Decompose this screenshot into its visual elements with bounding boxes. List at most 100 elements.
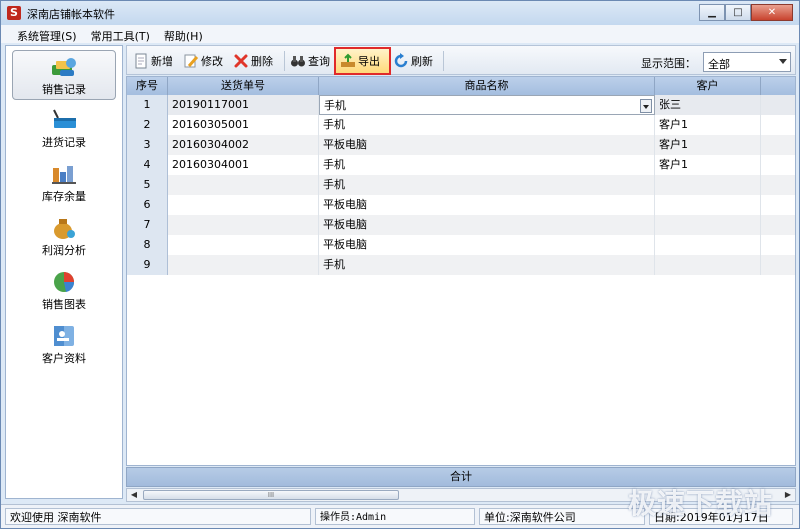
nav-customer[interactable]: 客户资料 [12, 320, 116, 370]
menu-help[interactable]: 帮助(H) [158, 25, 211, 43]
sales-icon [50, 55, 78, 79]
col-header-index[interactable]: 序号 [127, 77, 168, 95]
table-row[interactable]: 3 20160304002 平板电脑 客户1 [127, 135, 795, 155]
cell-product[interactable]: 平板电脑 [319, 235, 655, 255]
table-row[interactable]: 8 平板电脑 [127, 235, 795, 255]
delete-button[interactable]: 删除 [233, 50, 273, 72]
cell-order[interactable]: 20190117001 [168, 95, 319, 115]
col-header-customer[interactable]: 客户 [655, 77, 761, 95]
cell-product-editor[interactable]: 手机 [319, 95, 655, 115]
nav-purchase[interactable]: 进货记录 [12, 104, 116, 154]
nav-purchase-label: 进货记录 [42, 136, 86, 149]
new-document-icon [133, 53, 149, 69]
nav-inventory[interactable]: 库存余量 [12, 158, 116, 208]
binoculars-icon [290, 53, 306, 69]
table-row[interactable]: 7 平板电脑 [127, 215, 795, 235]
cell-product[interactable]: 手机 [319, 155, 655, 175]
cell-product[interactable]: 平板电脑 [319, 215, 655, 235]
cell-order[interactable] [168, 195, 319, 215]
range-select[interactable]: 全部 [703, 52, 791, 72]
cell-customer[interactable] [655, 175, 761, 195]
cell-customer[interactable] [655, 195, 761, 215]
cell-customer[interactable]: 客户1 [655, 115, 761, 135]
menu-tools[interactable]: 常用工具(T) [85, 25, 158, 43]
scroll-left-icon[interactable]: ◀ [127, 489, 141, 501]
grid-header: 序号 送货单号 商品名称 客户 [127, 77, 795, 95]
add-label: 新增 [151, 55, 173, 68]
cell-product[interactable]: 手机 [319, 115, 655, 135]
toolbar: 新增 修改 删除 查询 导出 刷新 显示范围： 全部 [126, 45, 796, 75]
maximize-button[interactable]: □ [725, 4, 751, 21]
cell-order[interactable] [168, 175, 319, 195]
nav-inventory-label: 库存余量 [42, 190, 86, 203]
product-dropdown-button[interactable] [640, 99, 652, 113]
col-header-more [761, 77, 795, 95]
title-bar[interactable]: S 深南店铺帐本软件 ▁ □ ✕ [1, 1, 799, 25]
cell-index: 9 [127, 255, 168, 275]
scroll-right-icon[interactable]: ▶ [781, 489, 795, 501]
edit-button[interactable]: 修改 [183, 50, 223, 72]
cell-order[interactable]: 20160304001 [168, 155, 319, 175]
table-row[interactable]: 2 20160305001 手机 客户1 [127, 115, 795, 135]
table-row[interactable]: 1 20190117001 手机 张三 [127, 95, 795, 115]
cell-order[interactable]: 20160305001 [168, 115, 319, 135]
status-operator: 操作员:Admin [315, 508, 475, 525]
sales-grid: 序号 送货单号 商品名称 客户 1 20190117001 手机 张三 2 20… [126, 76, 796, 466]
nav-chart-label: 销售图表 [42, 298, 86, 311]
export-label: 导出 [358, 55, 380, 68]
cell-customer[interactable] [655, 235, 761, 255]
table-row[interactable]: 6 平板电脑 [127, 195, 795, 215]
cell-order[interactable] [168, 235, 319, 255]
cell-product[interactable]: 平板电脑 [319, 195, 655, 215]
menu-bar: 系统管理(S) 常用工具(T) 帮助(H) [1, 25, 799, 43]
cell-order[interactable] [168, 215, 319, 235]
nav-customer-label: 客户资料 [42, 352, 86, 365]
cell-product[interactable]: 平板电脑 [319, 135, 655, 155]
cell-index: 4 [127, 155, 168, 175]
edit-pencil-icon [183, 53, 199, 69]
cell-index: 1 [127, 95, 168, 115]
table-row[interactable]: 5 手机 [127, 175, 795, 195]
cell-order[interactable]: 20160304002 [168, 135, 319, 155]
col-header-order[interactable]: 送货单号 [168, 77, 319, 95]
query-button[interactable]: 查询 [290, 50, 330, 72]
add-button[interactable]: 新增 [133, 50, 173, 72]
toolbar-separator [284, 51, 285, 71]
status-welcome: 欢迎使用 深南软件 [5, 508, 311, 525]
cell-index: 8 [127, 235, 168, 255]
scroll-thumb[interactable]: III [143, 490, 399, 500]
cell-product[interactable]: 手机 [319, 175, 655, 195]
total-label: 合计 [450, 470, 472, 483]
cell-customer[interactable]: 张三 [655, 95, 761, 115]
refresh-button[interactable]: 刷新 [393, 50, 433, 72]
menu-system[interactable]: 系统管理(S) [11, 25, 85, 43]
table-row[interactable]: 4 20160304001 手机 客户1 [127, 155, 795, 175]
nav-chart[interactable]: 销售图表 [12, 266, 116, 316]
cell-customer[interactable] [655, 255, 761, 275]
status-unit: 单位:深南软件公司 [479, 508, 645, 525]
table-row[interactable]: 9 手机 [127, 255, 795, 275]
cell-index: 3 [127, 135, 168, 155]
cell-index: 5 [127, 175, 168, 195]
close-button[interactable]: ✕ [751, 4, 793, 21]
cell-index: 7 [127, 215, 168, 235]
delete-x-icon [233, 53, 249, 69]
range-value: 全部 [708, 58, 730, 71]
pie-chart-icon [50, 270, 78, 294]
minimize-button[interactable]: ▁ [699, 4, 725, 21]
profit-bag-icon [50, 216, 78, 240]
nav-sales[interactable]: 销售记录 [12, 50, 116, 100]
cell-order[interactable] [168, 255, 319, 275]
app-window: S 深南店铺帐本软件 ▁ □ ✕ 系统管理(S) 常用工具(T) 帮助(H) 销… [0, 0, 800, 529]
export-button[interactable]: 导出 [340, 50, 380, 72]
cell-customer[interactable]: 客户1 [655, 155, 761, 175]
nav-profit-label: 利润分析 [42, 244, 86, 257]
cell-customer[interactable] [655, 215, 761, 235]
cell-product[interactable]: 手机 [319, 255, 655, 275]
nav-profit[interactable]: 利润分析 [12, 212, 116, 262]
refresh-icon [393, 53, 409, 69]
cell-customer[interactable]: 客户1 [655, 135, 761, 155]
col-header-product[interactable]: 商品名称 [319, 77, 655, 95]
nav-sales-label: 销售记录 [42, 83, 86, 96]
cell-index: 6 [127, 195, 168, 215]
